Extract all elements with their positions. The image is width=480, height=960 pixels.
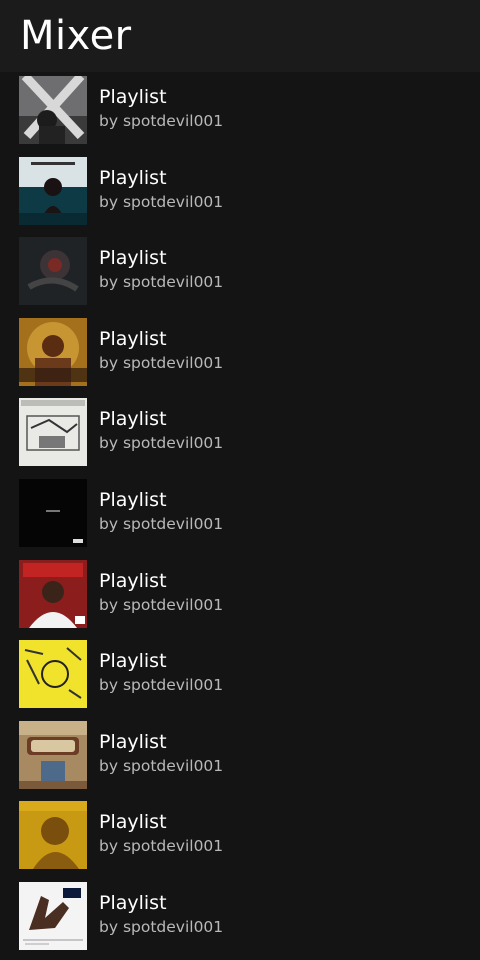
- playlist-cover-image: [19, 559, 87, 628]
- playlist-cover-image: [19, 478, 87, 547]
- playlist-owner: by spotdevil001: [99, 192, 224, 211]
- playlist-title: Playlist: [99, 327, 167, 350]
- playlist-owner: by spotdevil001: [99, 273, 224, 292]
- playlist-owner: by spotdevil001: [99, 514, 224, 533]
- playlist-item[interactable]: Playlist by spotdevil001: [0, 153, 480, 234]
- playlist-item[interactable]: Playlist by spotdevil001: [0, 636, 480, 717]
- playlist-title: Playlist: [99, 811, 167, 834]
- playlist-title: Playlist: [99, 166, 167, 189]
- playlist-title: Playlist: [99, 891, 167, 914]
- playlist-title: Playlist: [99, 86, 167, 108]
- playlist-item[interactable]: Playlist by spotdevil001: [0, 717, 480, 798]
- playlist-owner: by spotdevil001: [99, 112, 224, 130]
- playlist-item[interactable]: Playlist by spotdevil001: [0, 797, 480, 878]
- playlist-cover-image: [19, 640, 87, 709]
- playlist-title: Playlist: [99, 408, 167, 431]
- playlist-title: Playlist: [99, 569, 167, 592]
- playlist-item[interactable]: Playlist by spotdevil001: [0, 394, 480, 475]
- playlist-item[interactable]: Playlist by spotdevil001: [0, 314, 480, 395]
- playlist-item[interactable]: Playlist by spotdevil001: [0, 556, 480, 637]
- playlist-title: Playlist: [99, 650, 167, 673]
- playlist-cover-image: [19, 156, 87, 225]
- playlist-cover-image: [19, 76, 87, 144]
- playlist-owner: by spotdevil001: [99, 353, 224, 372]
- playlist-owner: by spotdevil001: [99, 837, 224, 856]
- playlist-item[interactable]: Playlist by spotdevil001: [0, 72, 480, 153]
- playlist-owner: by spotdevil001: [99, 434, 224, 453]
- playlist-cover-image: [19, 237, 87, 306]
- playlist-cover-image: [19, 317, 87, 386]
- playlist-cover-image: [19, 720, 87, 789]
- playlist-item[interactable]: Playlist by spotdevil001: [0, 475, 480, 556]
- playlist-title: Playlist: [99, 247, 167, 270]
- playlist-owner: by spotdevil001: [99, 756, 224, 775]
- playlist-owner: by spotdevil001: [99, 917, 224, 936]
- playlist-list[interactable]: Playlist by spotdevil001 Playlist by spo…: [0, 72, 480, 959]
- app-header: Mixer: [0, 0, 480, 72]
- playlist-owner: by spotdevil001: [99, 595, 224, 614]
- playlist-item[interactable]: Playlist by spotdevil001: [0, 878, 480, 959]
- playlist-cover-image: [19, 398, 87, 467]
- playlist-cover-image: [19, 881, 87, 950]
- playlist-title: Playlist: [99, 488, 167, 511]
- playlist-item[interactable]: Playlist by spotdevil001: [0, 233, 480, 314]
- playlist-title: Playlist: [99, 730, 167, 753]
- playlist-cover-image: [19, 801, 87, 870]
- playlist-owner: by spotdevil001: [99, 676, 224, 695]
- app-title: Mixer: [20, 13, 132, 59]
